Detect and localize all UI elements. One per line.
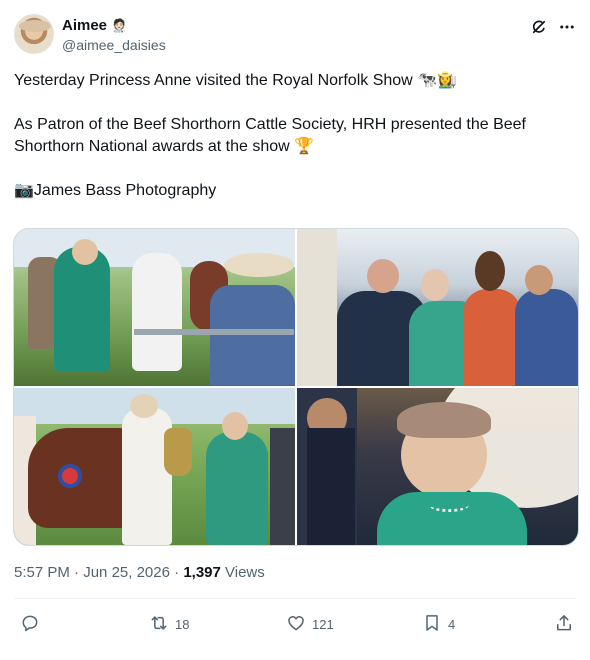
handle[interactable]: @aimee_daisies	[62, 36, 166, 55]
name-emoji: 🧑🏻‍⚕️	[111, 18, 128, 33]
heart-icon	[286, 613, 306, 636]
meta-separator: ·	[169, 564, 184, 581]
retweet-count: 18	[175, 616, 190, 632]
retweet-icon	[149, 613, 169, 636]
like-count: 121	[312, 616, 334, 632]
photo-1[interactable]	[14, 229, 295, 386]
tweet-line: As Patron of the Beef Shorthorn Cattle S…	[14, 116, 526, 155]
photo-2[interactable]	[297, 229, 578, 386]
tweet-meta: 5:57 PM · Jun 25, 2026 · 1,397 Views	[14, 563, 265, 583]
divider	[14, 598, 576, 599]
views-count: 1,397	[183, 564, 221, 581]
author-names: Aimee 🧑🏻‍⚕️ @aimee_daisies	[62, 16, 166, 55]
photo-4[interactable]	[297, 388, 578, 545]
tweet-date[interactable]: Jun 25, 2026	[83, 564, 170, 581]
grok-icon[interactable]	[530, 18, 548, 36]
bookmark-count: 4	[448, 616, 456, 632]
reply-icon	[20, 613, 40, 636]
tweet-line: Yesterday Princess Anne visited the Roya…	[14, 72, 458, 89]
reply-button[interactable]	[20, 612, 46, 636]
bookmark-icon	[422, 613, 442, 636]
display-name-row[interactable]: Aimee 🧑🏻‍⚕️	[62, 16, 166, 35]
tweet-line: 📷James Bass Photography	[14, 182, 217, 199]
media-grid	[13, 228, 579, 546]
action-bar: 18 121 4	[14, 612, 576, 636]
tweet-header: Aimee 🧑🏻‍⚕️ @aimee_daisies	[14, 14, 576, 58]
more-icon[interactable]	[558, 18, 576, 36]
share-icon	[554, 613, 574, 636]
tweet-text: Yesterday Princess Anne visited the Roya…	[14, 70, 578, 202]
tweet-time[interactable]: 5:57 PM	[14, 564, 70, 581]
views-label: Views	[220, 564, 265, 581]
retweet-button[interactable]: 18	[149, 612, 189, 636]
display-name[interactable]: Aimee	[62, 16, 107, 35]
photo-3[interactable]	[14, 388, 295, 545]
meta-separator: ·	[69, 564, 84, 581]
like-button[interactable]: 121	[286, 612, 334, 636]
share-button[interactable]	[554, 612, 574, 636]
bookmark-button[interactable]: 4	[422, 612, 455, 636]
avatar[interactable]	[14, 14, 54, 54]
